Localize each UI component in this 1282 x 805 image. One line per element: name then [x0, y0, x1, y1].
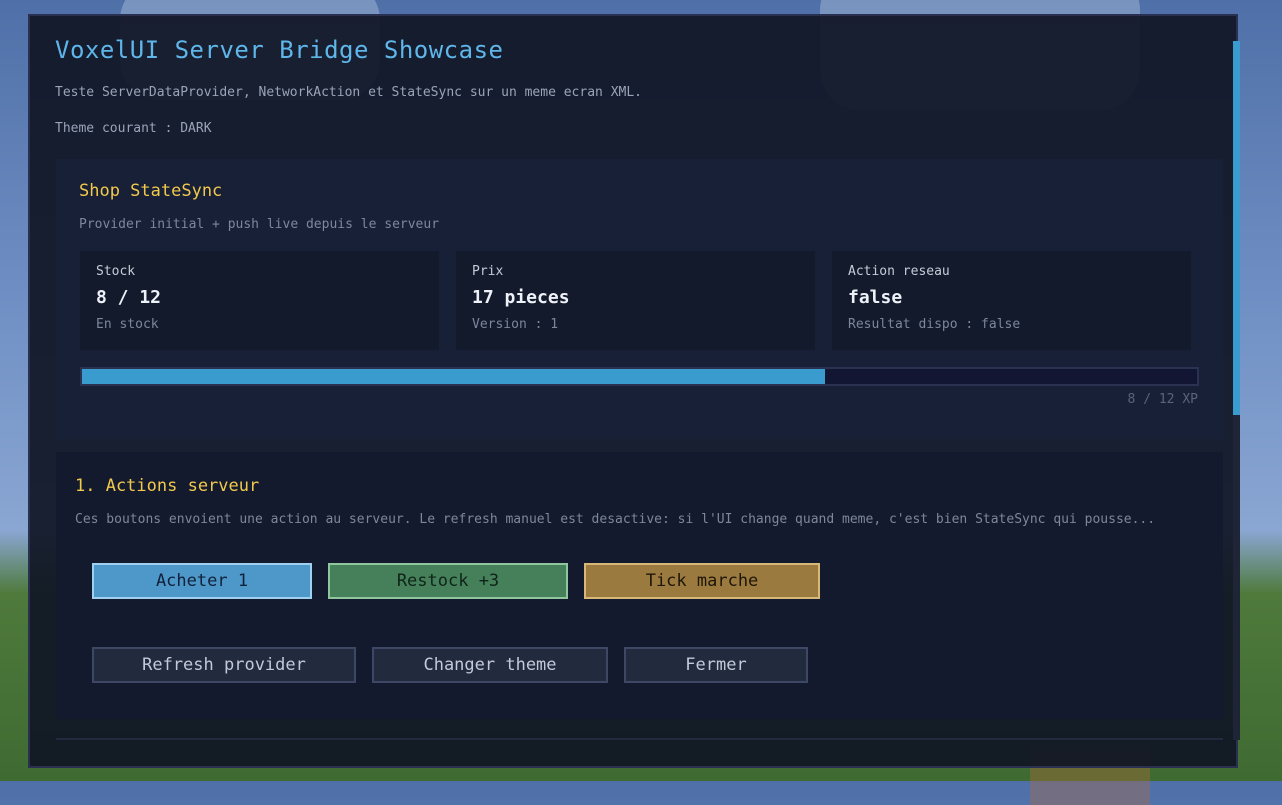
stat-card-price: Prix 17 pieces Version : 1 — [456, 251, 815, 350]
scroll-track[interactable] — [1233, 415, 1240, 740]
stat-note: Version : 1 — [472, 317, 559, 332]
stat-label: Prix — [472, 264, 504, 279]
actions-description: Ces boutons envoient une action au serve… — [75, 512, 1156, 527]
stat-label: Action reseau — [848, 264, 950, 279]
stat-label: Stock — [96, 264, 136, 279]
theme-status: Theme courant : DARK — [55, 121, 212, 136]
actions-title: 1. Actions serveur — [75, 476, 260, 496]
close-button[interactable]: Fermer — [624, 647, 808, 683]
refresh-provider-button[interactable]: Refresh provider — [92, 647, 356, 683]
scrollbar-thumb[interactable] — [1233, 41, 1240, 415]
page-subtitle: Teste ServerDataProvider, NetworkAction … — [55, 85, 642, 100]
stat-card-stock: Stock 8 / 12 En stock — [80, 251, 439, 350]
stat-note: En stock — [96, 317, 159, 332]
stat-value: 8 / 12 — [96, 287, 162, 308]
stock-progress-bar — [80, 367, 1199, 386]
stat-card-network-action: Action reseau false Resultat dispo : fal… — [832, 251, 1191, 350]
stat-value: false — [848, 287, 903, 308]
page-title: VoxelUI Server Bridge Showcase — [55, 36, 504, 64]
progress-fill — [82, 369, 826, 384]
progress-label: 8 / 12 XP — [1127, 392, 1198, 407]
shop-title: Shop StateSync — [79, 181, 223, 201]
shop-subtitle: Provider initial + push live depuis le s… — [79, 217, 440, 232]
divider — [56, 738, 1223, 740]
restock-button[interactable]: Restock +3 — [328, 563, 568, 599]
stat-note: Resultat dispo : false — [848, 317, 1021, 332]
change-theme-button[interactable]: Changer theme — [372, 647, 608, 683]
tick-market-button[interactable]: Tick marche — [584, 563, 820, 599]
buy-button[interactable]: Acheter 1 — [92, 563, 312, 599]
stat-value: 17 pieces — [472, 287, 570, 308]
